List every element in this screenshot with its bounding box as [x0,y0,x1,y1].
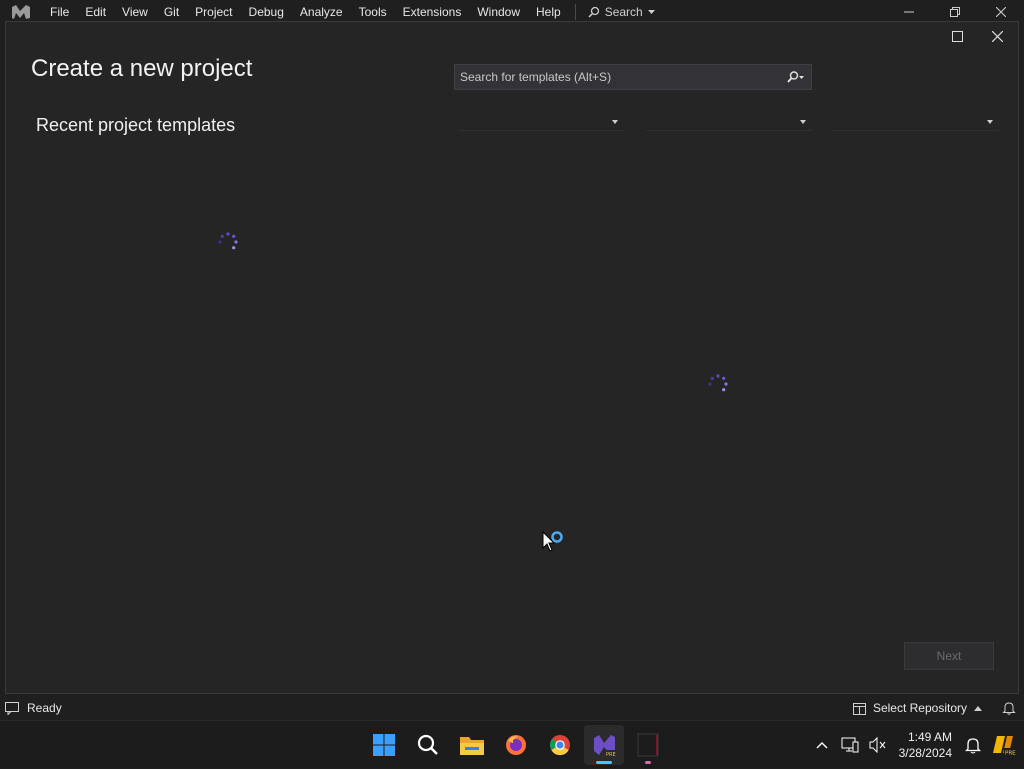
select-repository-label: Select Repository [872,701,967,715]
copilot-preview-button[interactable]: PRE [990,733,1018,757]
terminal-window-icon [637,733,659,757]
firefox-taskbar-button[interactable] [496,725,536,765]
folder-icon [460,737,484,755]
volume-tray-button[interactable] [867,733,889,757]
maximize-icon [951,30,963,42]
chevron-down-icon [800,119,806,124]
page-title: Create a new project [31,55,253,82]
start-button[interactable] [364,725,404,765]
file-explorer-taskbar-button[interactable] [452,725,492,765]
create-project-dialog: Create a new project Recent project temp… [5,21,1019,694]
dialog-controls [944,26,1010,46]
template-search-box [454,64,812,90]
dialog-close-button[interactable] [984,26,1010,46]
running-app-indicator [645,761,651,764]
svg-text:PRE: PRE [606,752,616,758]
notifications-bell-icon [965,738,981,754]
active-app-indicator [596,761,612,764]
template-search-button[interactable] [781,65,811,89]
search-icon [417,734,438,755]
visual-studio-preview-icon: PRE [594,735,616,758]
search-icon [787,71,804,83]
show-hidden-icons-button[interactable] [811,733,833,757]
network-icon [841,737,859,753]
visual-studio-taskbar-button[interactable]: PRE [584,725,624,765]
select-repository-button[interactable]: Select Repository [852,701,982,715]
chrome-icon [549,735,570,756]
chevron-down-icon [647,10,655,14]
copilot-preview-icon: PRE [993,736,1016,757]
chevron-up-icon [974,705,982,711]
svg-text:PRE: PRE [1005,751,1016,757]
chevron-down-icon [612,119,618,124]
global-search-label: Search [604,5,643,19]
speaker-muted-icon [869,737,885,753]
close-icon [996,7,1006,17]
busy-cursor-icon [542,530,563,552]
restore-icon [950,7,960,17]
language-filter-dropdown[interactable] [458,113,624,131]
recent-templates-loading-spinner-icon [218,232,238,250]
minimize-icon [904,11,914,13]
recent-templates-heading: Recent project templates [36,115,236,135]
terminal-taskbar-button[interactable] [628,725,668,765]
system-tray: 1:49 AM 3/28/2024 PRE [811,721,1024,769]
windows-taskbar: PRE 1:49 AM 3/28/2024 PRE [0,720,1024,768]
status-bar: Ready Select Repository [0,696,1024,720]
close-icon [991,30,1003,42]
clock-date: 3/28/2024 [898,746,952,760]
firefox-icon [506,735,526,755]
search-icon [588,6,599,18]
notification-center-button[interactable] [962,733,984,757]
chrome-taskbar-button[interactable] [540,725,580,765]
notifications-bell-icon[interactable] [1002,701,1016,715]
network-tray-button[interactable] [839,733,861,757]
system-clock[interactable]: 1:49 AM 3/28/2024 [895,729,956,761]
chevron-up-icon [816,742,828,749]
project-type-filter-dropdown[interactable] [831,113,999,131]
template-search-input[interactable] [455,70,781,84]
chevron-down-icon [987,119,993,124]
templates-loading-spinner-icon [708,374,728,392]
dialog-maximize-button[interactable] [944,26,970,46]
global-search-button[interactable]: Search [582,5,655,19]
clock-time: 1:49 AM [907,730,952,744]
next-button[interactable]: Next [904,642,994,670]
platform-filter-dropdown[interactable] [646,113,812,131]
windows-logo-icon [373,734,395,756]
output-window-icon[interactable] [5,701,19,715]
status-text: Ready [27,701,62,715]
repository-icon [852,702,866,715]
menu-separator [574,4,576,20]
taskbar-search-button[interactable] [408,725,448,765]
